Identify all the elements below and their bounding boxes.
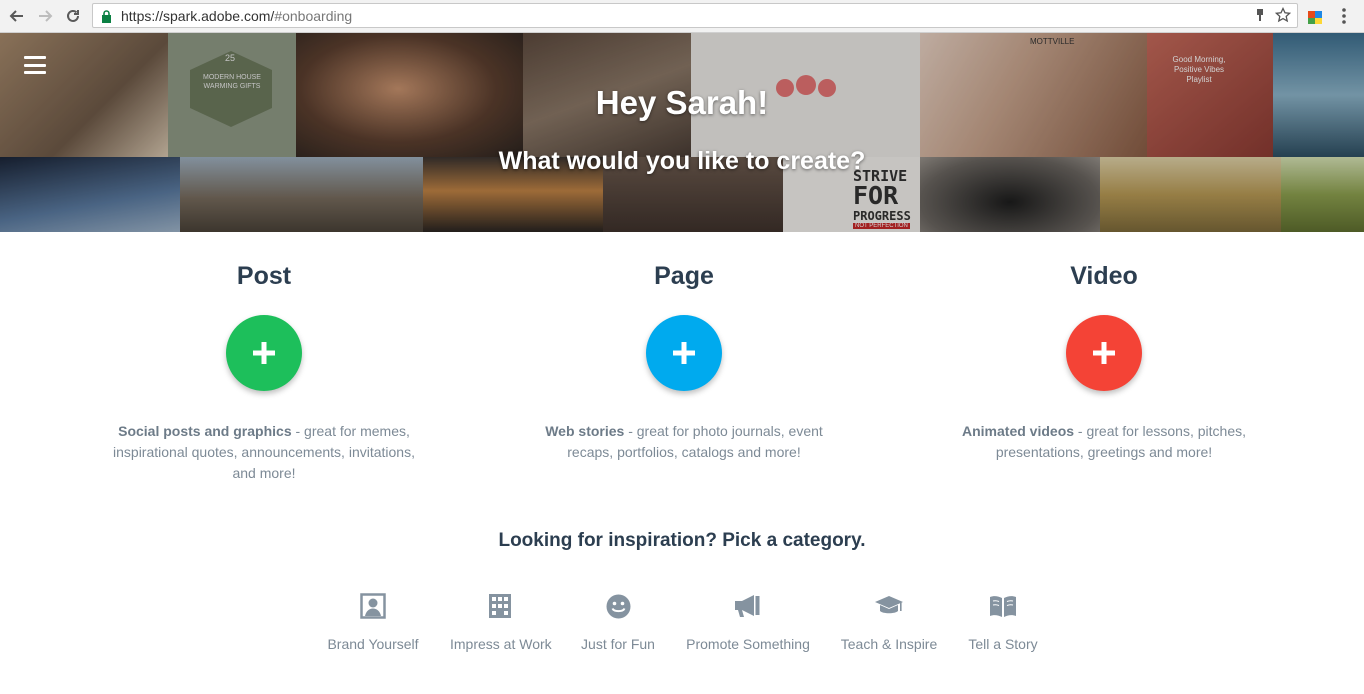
reload-icon[interactable] [62,5,84,27]
post-title: Post [236,262,292,290]
lock-icon [101,10,112,28]
create-page-button[interactable] [646,315,722,391]
video-description: Animated videos - great for lessons, pit… [962,423,1246,460]
book-icon [990,596,1016,617]
post-option: Post Social posts and graphics - great f… [104,262,424,484]
portrait-icon [360,593,386,619]
page-description: Web stories - great for photo journals, … [545,423,823,460]
smiley-icon [606,594,630,618]
megaphone-icon [735,595,760,617]
url-text: https://spark.adobe.com/#onboarding [121,8,353,24]
hero-title: Hey Sarah! [595,84,769,121]
plus-icon [1093,342,1115,364]
back-icon[interactable] [6,5,28,27]
pin-icon[interactable] [1255,8,1265,27]
category-promote-something[interactable]: Promote Something [685,591,811,652]
browser-menu-icon[interactable] [1340,6,1348,26]
video-title: Video [1070,262,1138,290]
address-bar[interactable]: https://spark.adobe.com/#onboarding [92,3,1298,28]
page-option: Page Web stories - great for photo journ… [524,262,844,463]
building-icon [489,594,511,618]
category-just-for-fun[interactable]: Just for Fun [568,591,668,652]
plus-icon [253,342,275,364]
create-video-button[interactable] [1066,315,1142,391]
page-title: Page [654,262,714,290]
hero-subtitle: What would you like to create? [498,147,866,175]
star-icon[interactable] [1274,6,1292,28]
category-brand-yourself[interactable]: Brand Yourself [323,591,423,652]
graduation-cap-icon [875,596,903,614]
create-post-button[interactable] [226,315,302,391]
hamburger-menu-icon[interactable] [24,56,46,74]
category-list: Brand Yourself Impress at Work Just for … [0,591,1364,661]
forward-icon[interactable] [34,5,56,27]
extension-icon[interactable] [1307,7,1325,25]
category-impress-at-work[interactable]: Impress at Work [450,591,552,652]
category-teach-inspire[interactable]: Teach & Inspire [839,591,939,652]
plus-icon [673,342,695,364]
inspiration-heading: Looking for inspiration? Pick a category… [498,530,866,551]
post-description: Social posts and graphics - great for me… [113,423,415,481]
category-tell-a-story[interactable]: Tell a Story [955,591,1051,652]
browser-toolbar: https://spark.adobe.com/#onboarding [0,0,1364,33]
video-option: Video Animated videos - great for lesson… [944,262,1264,463]
hero-banner: 25 MODERN HOUSE WARMING GIFTS MOTTVILLE … [0,33,1364,232]
